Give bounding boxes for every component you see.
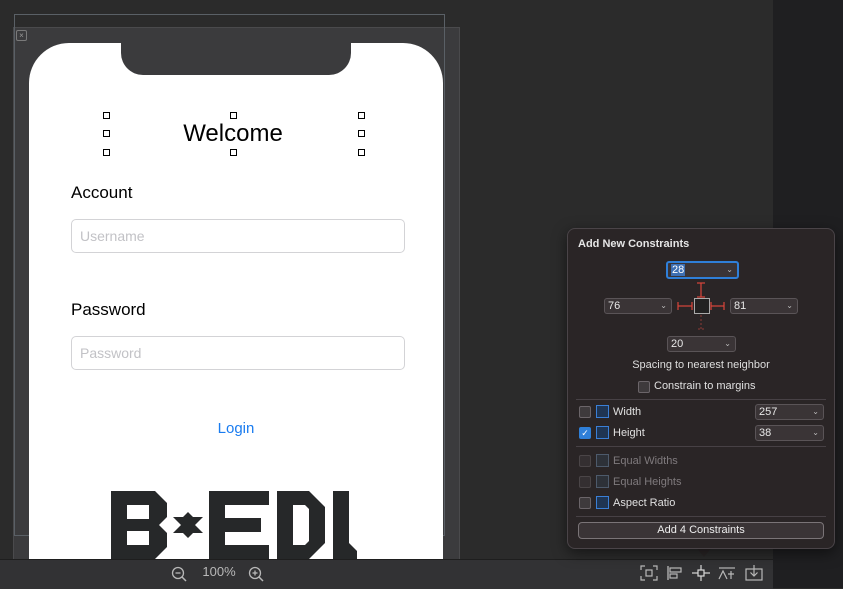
equal-widths-label: Equal Widths xyxy=(613,455,678,467)
resize-handle[interactable] xyxy=(103,112,110,119)
constrain-margins-label: Constrain to margins xyxy=(654,380,756,392)
zoom-level[interactable]: 100% xyxy=(199,564,239,579)
divider xyxy=(576,399,826,400)
width-checkbox[interactable] xyxy=(579,406,591,418)
width-label: Width xyxy=(613,406,642,418)
constrain-margins-checkbox[interactable] xyxy=(638,381,650,393)
zoom-out-icon[interactable] xyxy=(171,566,187,582)
equal-widths-checkbox[interactable] xyxy=(579,455,591,467)
width-value: 257 xyxy=(759,406,778,418)
add-constraints-button[interactable]: Add 4 Constraints xyxy=(578,522,824,539)
zoom-in-icon[interactable] xyxy=(248,566,264,582)
height-value: 38 xyxy=(759,427,772,439)
username-placeholder: Username xyxy=(80,228,145,244)
equal-heights-checkbox[interactable] xyxy=(579,476,591,488)
account-label: Account xyxy=(71,183,133,202)
resize-handle[interactable] xyxy=(230,149,237,156)
divider xyxy=(576,516,826,517)
resize-handle[interactable] xyxy=(358,149,365,156)
login-button[interactable]: Login xyxy=(29,420,443,437)
device-notch xyxy=(121,43,351,75)
resize-handle[interactable] xyxy=(103,130,110,137)
height-checkbox[interactable]: ✓ xyxy=(579,427,591,439)
spacing-label: Spacing to nearest neighbor xyxy=(632,359,770,371)
logo-image xyxy=(111,491,357,559)
width-value-field[interactable]: 257 ⌄ xyxy=(755,404,824,420)
phone-view[interactable]: Welcome Account Username Password Passwo… xyxy=(29,43,443,559)
resize-handle[interactable] xyxy=(358,112,365,119)
equal-widths-icon xyxy=(596,454,609,467)
chevron-down-icon[interactable]: ⌄ xyxy=(812,426,819,440)
equal-heights-label: Equal Heights xyxy=(613,476,682,488)
right-constraint-icon xyxy=(710,302,725,310)
chevron-down-icon[interactable]: ⌄ xyxy=(812,405,819,419)
password-label: Password xyxy=(71,300,146,319)
divider xyxy=(576,446,826,447)
height-value-field[interactable]: 38 ⌄ xyxy=(755,425,824,441)
aspect-ratio-checkbox[interactable] xyxy=(579,497,591,509)
width-icon xyxy=(596,405,609,418)
add-constraints-popover: Add New Constraints 28 ⌄ 76 ⌄ 81 ⌄ 20 ⌄ … xyxy=(567,228,835,549)
selected-view-box xyxy=(694,298,710,314)
aspect-ratio-icon xyxy=(596,496,609,509)
resize-handle[interactable] xyxy=(358,130,365,137)
password-field[interactable]: Password xyxy=(71,336,405,370)
username-field[interactable]: Username xyxy=(71,219,405,253)
resize-handle[interactable] xyxy=(230,112,237,119)
resize-handle[interactable] xyxy=(103,149,110,156)
equal-heights-icon xyxy=(596,475,609,488)
resolve-issues-icon[interactable] xyxy=(718,565,736,581)
spacing-diagram xyxy=(677,282,725,330)
add-constraints-icon[interactable] xyxy=(692,565,710,581)
bottom-constraint-icon xyxy=(698,315,704,330)
update-frames-icon[interactable] xyxy=(640,565,658,581)
height-label: Height xyxy=(613,427,645,439)
top-constraint-icon xyxy=(697,282,705,298)
height-icon xyxy=(596,426,609,439)
password-placeholder: Password xyxy=(80,345,142,361)
aspect-ratio-label: Aspect Ratio xyxy=(613,497,676,509)
left-constraint-icon xyxy=(677,302,693,310)
welcome-label[interactable]: Welcome xyxy=(106,115,360,153)
align-icon[interactable] xyxy=(666,565,684,581)
embed-in-icon[interactable] xyxy=(745,565,763,581)
